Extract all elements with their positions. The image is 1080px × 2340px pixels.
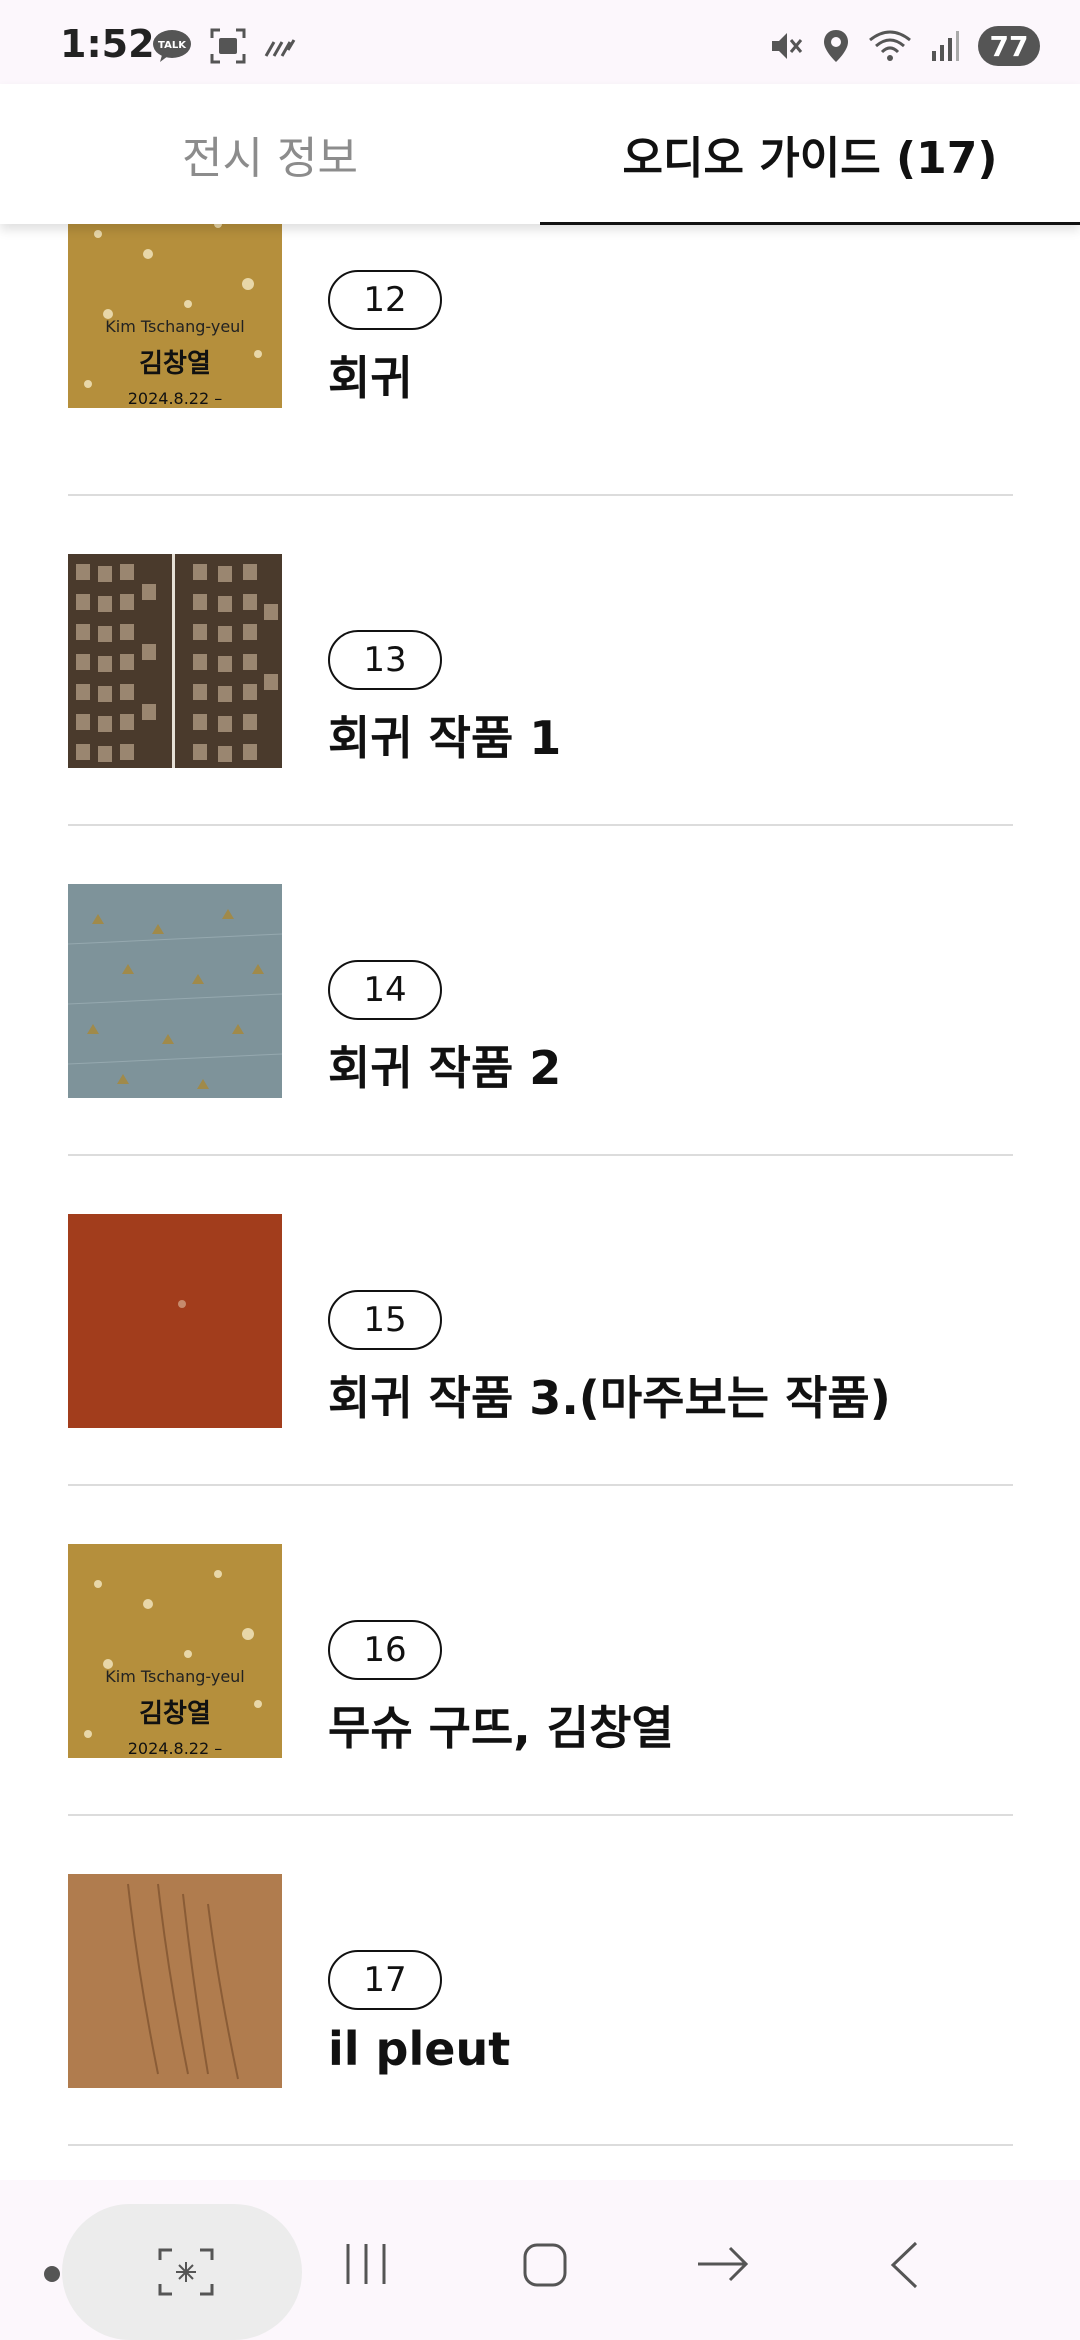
artwork-thumbnail: Kim Tschang-yeul 김창열 2024.8.22 – bbox=[68, 1544, 282, 1758]
talk-icon: TALK bbox=[153, 30, 191, 62]
svg-text:김창열: 김창열 bbox=[139, 349, 211, 379]
signal-lines-icon bbox=[264, 39, 296, 57]
svg-text:Kim Tschang-yeul: Kim Tschang-yeul bbox=[105, 1667, 245, 1686]
forward-icon[interactable] bbox=[696, 2244, 752, 2284]
artwork-thumbnail: Kim Tschang-yeul 김창열 2024.8.22 – bbox=[68, 194, 282, 408]
tab-exhibition-info[interactable]: 전시 정보 bbox=[0, 84, 540, 224]
artwork-thumbnail bbox=[68, 554, 282, 768]
tab-bar: 전시 정보 오디오 가이드 (17) bbox=[0, 84, 1080, 225]
item-number-badge: 16 bbox=[328, 1620, 442, 1680]
svg-text:김창열: 김창열 bbox=[139, 1699, 211, 1729]
back-icon[interactable] bbox=[888, 2240, 920, 2290]
item-title: il pleut bbox=[328, 2022, 511, 2076]
svg-text:Kim Tschang-yeul: Kim Tschang-yeul bbox=[105, 317, 245, 336]
artwork-thumbnail bbox=[68, 1874, 282, 2088]
divider bbox=[68, 1484, 1013, 1486]
divider bbox=[68, 2144, 1013, 2146]
list-item[interactable]: 15 회귀 작품 3.(마주보는 작품) bbox=[68, 1214, 1013, 1544]
battery-indicator: 77 bbox=[978, 26, 1040, 66]
list-item[interactable]: Kim Tschang-yeul 김창열 2024.8.22 – 16 무슈 구… bbox=[68, 1544, 1013, 1874]
item-title: 회귀 작품 1 bbox=[328, 711, 562, 765]
item-number-badge: 15 bbox=[328, 1290, 442, 1350]
home-icon[interactable] bbox=[522, 2242, 568, 2288]
divider bbox=[68, 494, 1013, 496]
list-item[interactable]: 13 회귀 작품 1 bbox=[68, 554, 1013, 884]
list-item[interactable]: Kim Tschang-yeul 김창열 2024.8.22 – 12 회귀 bbox=[68, 194, 1013, 524]
svg-text:2024.8.22 –: 2024.8.22 – bbox=[128, 389, 223, 408]
tab-audio-guide[interactable]: 오디오 가이드 (17) bbox=[540, 84, 1080, 224]
divider bbox=[68, 1154, 1013, 1156]
screenshot-icon bbox=[210, 28, 246, 64]
item-title: 회귀 작품 3.(마주보는 작품) bbox=[328, 1371, 891, 1425]
artwork-thumbnail bbox=[68, 1214, 282, 1428]
svg-text:2024.8.22 –: 2024.8.22 – bbox=[128, 1739, 223, 1758]
system-navigation-bar bbox=[0, 2180, 1080, 2340]
list-item[interactable]: 14 회귀 작품 2 bbox=[68, 884, 1013, 1214]
list-item[interactable]: 17 il pleut bbox=[68, 1874, 1013, 2204]
item-number-badge: 14 bbox=[328, 960, 442, 1020]
artwork-thumbnail bbox=[68, 884, 282, 1098]
mute-icon bbox=[772, 33, 803, 59]
item-title: 무슈 구뜨, 김창열 bbox=[328, 1701, 674, 1755]
item-number-badge: 12 bbox=[328, 270, 442, 330]
item-title: 회귀 bbox=[328, 351, 413, 405]
active-tab-indicator bbox=[540, 222, 1080, 225]
nav-indicator-dot bbox=[44, 2266, 60, 2282]
svg-text:TALK: TALK bbox=[158, 40, 187, 51]
recents-icon[interactable] bbox=[344, 2242, 388, 2286]
status-time: 1:52 bbox=[60, 22, 155, 66]
item-title: 회귀 작품 2 bbox=[328, 1041, 562, 1095]
cell-signal-icon bbox=[932, 31, 959, 61]
location-icon bbox=[824, 30, 848, 62]
divider bbox=[68, 824, 1013, 826]
status-bar: 1:52 TALK 77 bbox=[0, 0, 1080, 84]
capture-button[interactable] bbox=[62, 2204, 302, 2340]
item-number-badge: 17 bbox=[328, 1950, 442, 2010]
divider bbox=[68, 1814, 1013, 1816]
wifi-icon bbox=[869, 30, 911, 61]
capture-icon bbox=[158, 2248, 214, 2296]
item-number-badge: 13 bbox=[328, 630, 442, 690]
